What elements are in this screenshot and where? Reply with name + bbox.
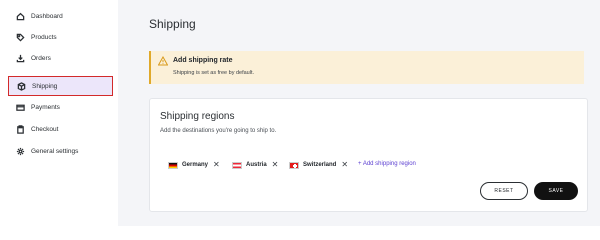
- home-icon: [15, 11, 25, 21]
- credit-card-icon: [15, 102, 25, 112]
- sidebar-item-general-settings[interactable]: General settings: [8, 141, 113, 161]
- box-icon: [16, 81, 26, 91]
- save-button[interactable]: SAVE: [534, 182, 578, 200]
- sidebar-item-payments[interactable]: Payments: [8, 97, 113, 117]
- download-tray-icon: [15, 53, 25, 63]
- region-chip-germany: Germany ✕: [168, 158, 220, 172]
- sidebar: Dashboard Products Orders Shipping Payme…: [0, 0, 118, 226]
- clipboard-icon: [15, 124, 25, 134]
- region-label: Switzerland: [303, 162, 337, 168]
- alert-message: Shipping is set as free by default.: [173, 70, 255, 76]
- sidebar-item-shipping[interactable]: Shipping: [8, 76, 113, 96]
- region-chip-switzerland: Switzerland ✕: [289, 158, 348, 172]
- shipping-rate-alert: Add shipping rate Shipping is set as fre…: [149, 51, 584, 84]
- germany-flag-icon: [168, 161, 178, 169]
- gear-icon: [15, 146, 25, 156]
- card-title: Shipping regions: [160, 111, 235, 122]
- region-label: Austria: [246, 162, 267, 168]
- sidebar-item-label: Checkout: [31, 125, 59, 133]
- main-content: Shipping Add shipping rate Shipping is s…: [118, 0, 600, 226]
- add-shipping-region-link[interactable]: + Add shipping region: [358, 161, 416, 167]
- region-label: Germany: [182, 162, 209, 168]
- sidebar-item-label: Products: [31, 33, 57, 41]
- sidebar-item-label: Dashboard: [31, 12, 63, 20]
- sidebar-item-dashboard[interactable]: Dashboard: [8, 6, 113, 26]
- sidebar-item-label: Payments: [31, 103, 60, 111]
- sidebar-item-label: Orders: [31, 54, 51, 62]
- sidebar-item-products[interactable]: Products: [8, 27, 113, 47]
- switzerland-flag-icon: [289, 161, 299, 169]
- sidebar-item-orders[interactable]: Orders: [8, 48, 113, 68]
- austria-flag-icon: [232, 161, 242, 169]
- sidebar-item-checkout[interactable]: Checkout: [8, 119, 113, 139]
- sidebar-item-label: General settings: [31, 147, 79, 155]
- region-chip-austria: Austria ✕: [232, 158, 278, 172]
- sidebar-item-label: Shipping: [32, 82, 58, 90]
- page-title: Shipping: [149, 17, 196, 31]
- card-subtitle: Add the destinations you're going to shi…: [160, 128, 277, 134]
- remove-region-icon[interactable]: ✕: [272, 161, 279, 169]
- reset-button[interactable]: RESET: [480, 182, 528, 200]
- alert-title: Add shipping rate: [173, 57, 233, 64]
- remove-region-icon[interactable]: ✕: [341, 161, 348, 169]
- tag-icon: [15, 32, 25, 42]
- shipping-regions-card: Shipping regions Add the destinations yo…: [149, 98, 588, 212]
- remove-region-icon[interactable]: ✕: [213, 161, 220, 169]
- warning-icon: [158, 56, 168, 66]
